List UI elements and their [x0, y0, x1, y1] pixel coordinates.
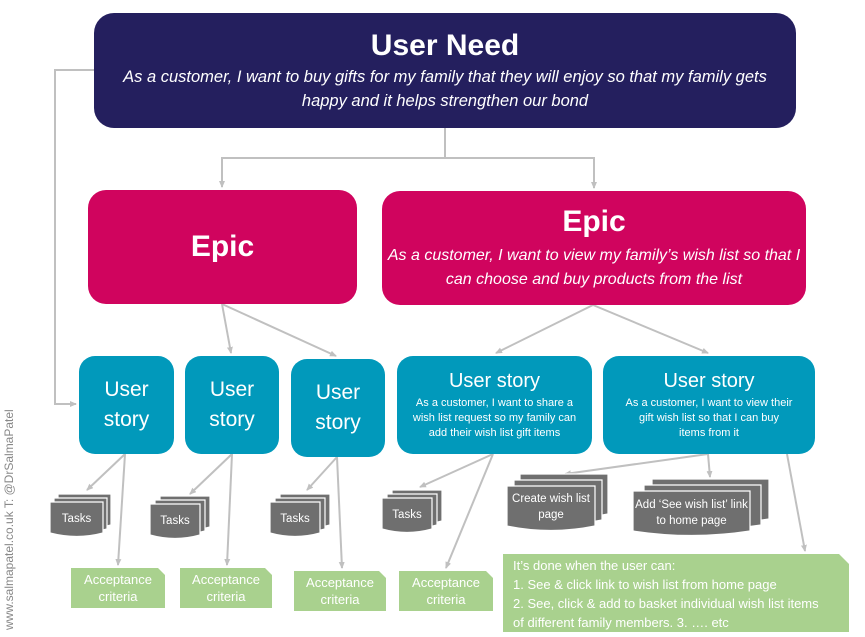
- connector-story3-to-ac: [336, 456, 345, 569]
- connector-story5-to-add-link: [706, 453, 713, 478]
- acceptance-criteria-1: Acceptance criteria: [71, 568, 165, 608]
- epic-title: Epic: [190, 230, 255, 263]
- user-story-title: story: [103, 408, 150, 431]
- acceptance-criteria-line: criteria: [426, 592, 466, 607]
- acceptance-criteria-line: Acceptance: [84, 572, 152, 587]
- tasks-label-3: Tasks: [280, 513, 310, 525]
- done-item: 1. See & click link to wish list from ho…: [513, 577, 777, 592]
- done-item: 2. See, click & add to basket individual…: [513, 596, 819, 611]
- tasks-label-4: Tasks: [392, 509, 422, 521]
- definition-of-done-box: It’s done when the user can: 1. See & cl…: [503, 554, 849, 632]
- connector-need-to-epic2: [445, 157, 597, 189]
- user-story-box-4: User story As a customer, I want to shar…: [397, 356, 592, 454]
- acceptance-criteria-line: Acceptance: [412, 575, 480, 590]
- connector-epic2-to-story4: [495, 304, 594, 354]
- user-story-box-2: User story: [185, 356, 279, 454]
- acceptance-criteria-3: Acceptance criteria: [294, 571, 386, 611]
- connector-epic1-to-story2: [221, 303, 233, 354]
- epic-title: Epic: [562, 205, 626, 238]
- connector-epic1-to-story3: [221, 303, 337, 357]
- done-item: of different family members. 3. …. etc: [513, 615, 729, 630]
- epic-description: As a customer, I want to view my family’…: [387, 247, 801, 288]
- user-story-description: As a customer, I want to view their gift…: [625, 397, 793, 439]
- tasks-label-1: Tasks: [61, 513, 92, 525]
- user-story-description: As a customer, I want to share a wish li…: [412, 397, 577, 439]
- acceptance-criteria-4: Acceptance criteria: [399, 571, 493, 611]
- user-story-box-1: User story: [79, 356, 174, 454]
- done-heading: It’s done when the user can:: [513, 558, 676, 573]
- user-need-box: User Need As a customer, I want to buy g…: [94, 13, 796, 128]
- user-story-title: User story: [663, 370, 755, 392]
- connector-story2-to-tasks: [189, 453, 233, 495]
- user-story-title: User: [104, 378, 149, 401]
- user-story-box-3: User story: [291, 359, 385, 457]
- connector-story5-to-done: [786, 453, 807, 552]
- user-story-box-5: User story As a customer, I want to view…: [603, 356, 815, 454]
- acceptance-criteria-line: criteria: [320, 592, 360, 607]
- connector-story1-to-tasks: [86, 453, 126, 491]
- acceptance-criteria-line: criteria: [98, 589, 138, 604]
- epic-box-2: Epic As a customer, I want to view my fa…: [382, 191, 806, 305]
- connector-story1-to-ac: [115, 453, 126, 566]
- user-story-title: User story: [448, 370, 541, 392]
- user-need-description: As a customer, I want to buy gifts for m…: [123, 67, 767, 110]
- user-story-title: story: [209, 408, 255, 431]
- user-story-title: User: [209, 378, 255, 401]
- acceptance-criteria-2: Acceptance criteria: [180, 568, 272, 608]
- epic-box-1: Epic: [88, 190, 357, 304]
- watermark: www.salmapatel.co.uk T: @DrSalmaPatel: [2, 409, 16, 630]
- task-label-add-see-wish-list-link: Add ‘See wish list’ link to home page: [635, 499, 748, 527]
- connector-story2-to-ac: [224, 453, 233, 566]
- acceptance-criteria-line: Acceptance: [306, 575, 374, 590]
- connector-epic2-to-story5: [592, 304, 709, 354]
- acceptance-criteria-line: criteria: [206, 589, 246, 604]
- task-label-create-wish-list-page: Create wish list page: [512, 493, 590, 521]
- connector-story5-to-create-page: [564, 453, 709, 477]
- user-need-title: User Need: [370, 28, 520, 62]
- connector-story3-to-tasks: [306, 456, 338, 491]
- tasks-label-2: Tasks: [160, 515, 190, 527]
- user-story-title: story: [315, 411, 361, 434]
- acceptance-criteria-line: Acceptance: [192, 572, 260, 587]
- user-story-title: User: [315, 381, 361, 404]
- connector-need-to-epic1: [219, 128, 446, 188]
